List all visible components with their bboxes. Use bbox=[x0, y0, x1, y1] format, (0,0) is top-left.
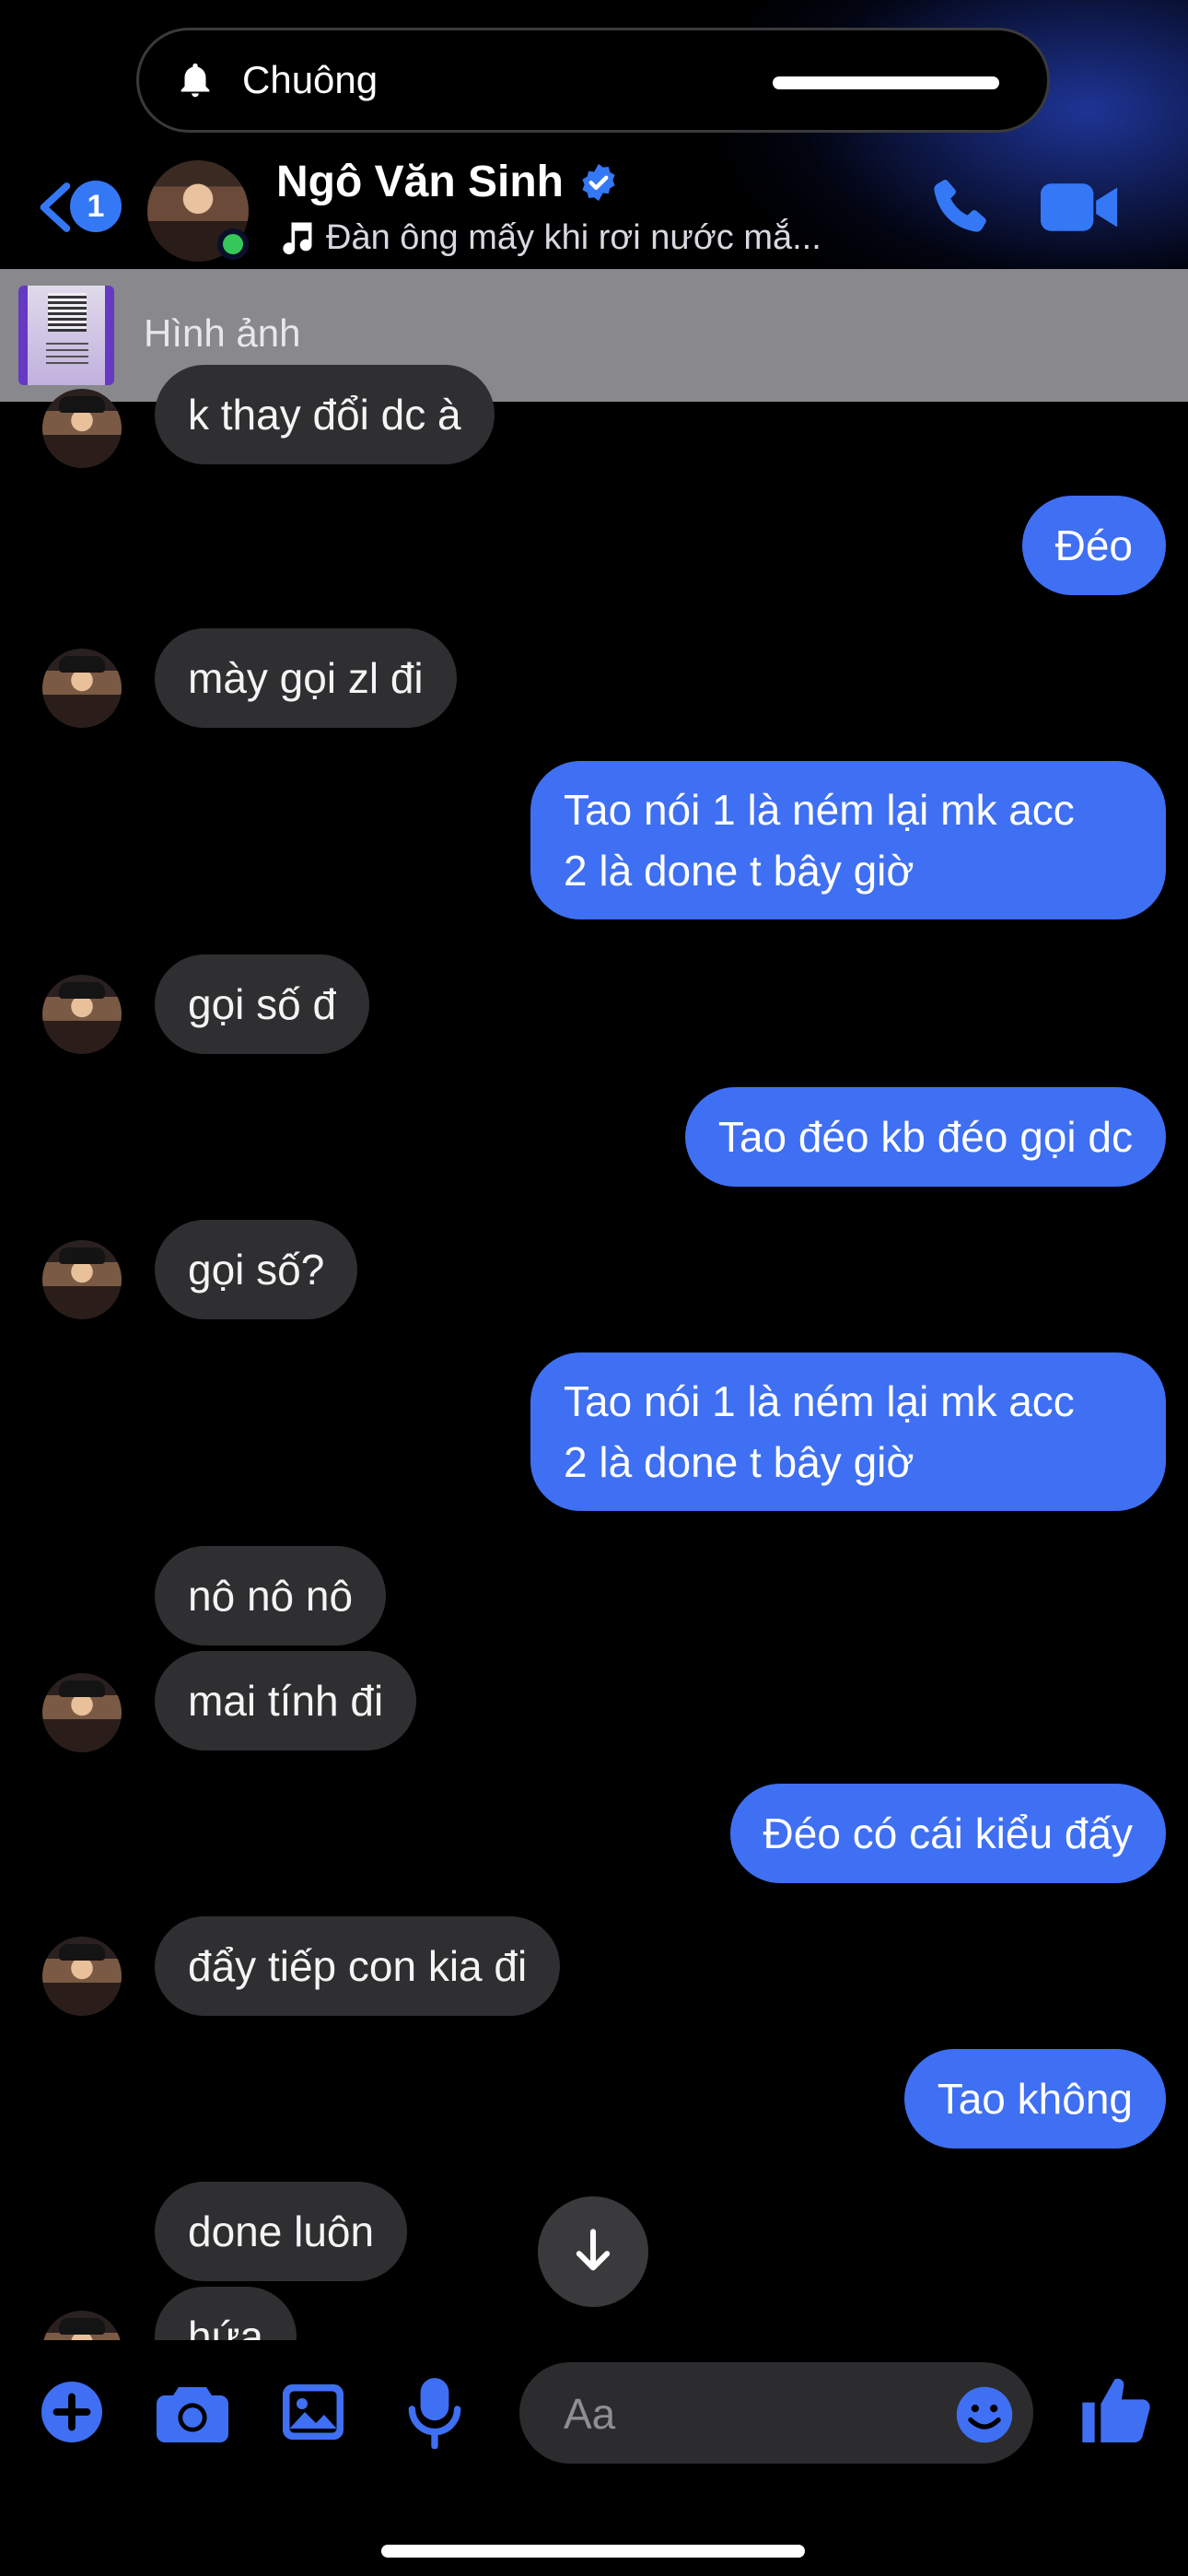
message-outgoing[interactable]: Tao nói 1 là ném lại mk acc 2 là done t b… bbox=[530, 761, 1166, 919]
message-outgoing[interactable]: Tao đéo kb đéo gọi dc bbox=[684, 1087, 1166, 1187]
sender-avatar bbox=[42, 1673, 122, 1752]
phone-icon[interactable] bbox=[925, 173, 993, 241]
scroll-to-bottom-button[interactable] bbox=[538, 2196, 648, 2307]
video-camera-icon[interactable] bbox=[1041, 181, 1120, 234]
camera-icon[interactable] bbox=[157, 2381, 228, 2443]
sender-avatar bbox=[42, 1937, 122, 2016]
message-outgoing[interactable]: Đéo có cái kiểu đấy bbox=[729, 1784, 1166, 1883]
music-note-icon bbox=[283, 222, 312, 255]
message-outgoing[interactable]: Tao không bbox=[903, 2049, 1166, 2149]
message-incoming[interactable]: done luôn bbox=[155, 2182, 408, 2281]
microphone-icon[interactable] bbox=[405, 2375, 464, 2449]
plus-icon[interactable] bbox=[39, 2379, 105, 2445]
message-incoming[interactable]: gọi số đ bbox=[155, 954, 370, 1054]
message-incoming[interactable]: mày gọi zl đi bbox=[155, 628, 457, 728]
unread-count-badge[interactable]: 1 bbox=[70, 181, 122, 232]
ringer-label: Chuông bbox=[242, 58, 379, 101]
chat-header: 1 Ngô Văn Sinh Đàn ông mấy khi rơi nước … bbox=[0, 147, 1188, 267]
message-composer bbox=[519, 2362, 1033, 2465]
composer-bar bbox=[0, 2340, 1188, 2576]
message-incoming[interactable]: k thay đổi dc à bbox=[155, 365, 495, 464]
message-incoming[interactable]: nô nô nô bbox=[155, 1546, 387, 1645]
online-status-dot bbox=[217, 228, 249, 260]
message-outgoing[interactable]: Đéo bbox=[1021, 496, 1166, 595]
message-input[interactable] bbox=[562, 2362, 934, 2465]
message-outgoing[interactable]: Tao nói 1 là ném lại mk acc 2 là done t b… bbox=[530, 1352, 1166, 1511]
sender-avatar bbox=[42, 389, 122, 468]
arrow-down-icon bbox=[576, 2229, 611, 2271]
verified-badge-icon bbox=[582, 163, 615, 202]
image-icon[interactable] bbox=[280, 2381, 346, 2443]
ringer-notification: Chuông bbox=[136, 28, 1050, 133]
contact-status: Đàn ông mấy khi rơi nước mắ... bbox=[276, 216, 821, 260]
message-incoming[interactable]: mai tính đi bbox=[155, 1651, 417, 1751]
status-text: Đàn ông mấy khi rơi nước mắ... bbox=[326, 217, 821, 257]
thumbs-up-icon[interactable] bbox=[1079, 2371, 1153, 2449]
contact-name[interactable]: Ngô Văn Sinh bbox=[276, 157, 564, 207]
ringer-level-bar bbox=[773, 76, 999, 89]
pinned-label: Hình ảnh bbox=[144, 311, 301, 355]
pinned-image-thumbnail bbox=[18, 286, 114, 385]
home-indicator bbox=[381, 2545, 805, 2558]
sender-avatar bbox=[42, 1240, 122, 1319]
qr-code-image bbox=[48, 293, 87, 332]
message-incoming[interactable]: gọi số? bbox=[155, 1220, 358, 1319]
emoji-icon[interactable] bbox=[954, 2384, 1015, 2445]
message-incoming[interactable]: đẩy tiếp con kia đi bbox=[155, 1916, 561, 2016]
sender-avatar bbox=[42, 975, 122, 1054]
sender-avatar bbox=[42, 649, 122, 728]
bell-icon bbox=[181, 63, 210, 98]
